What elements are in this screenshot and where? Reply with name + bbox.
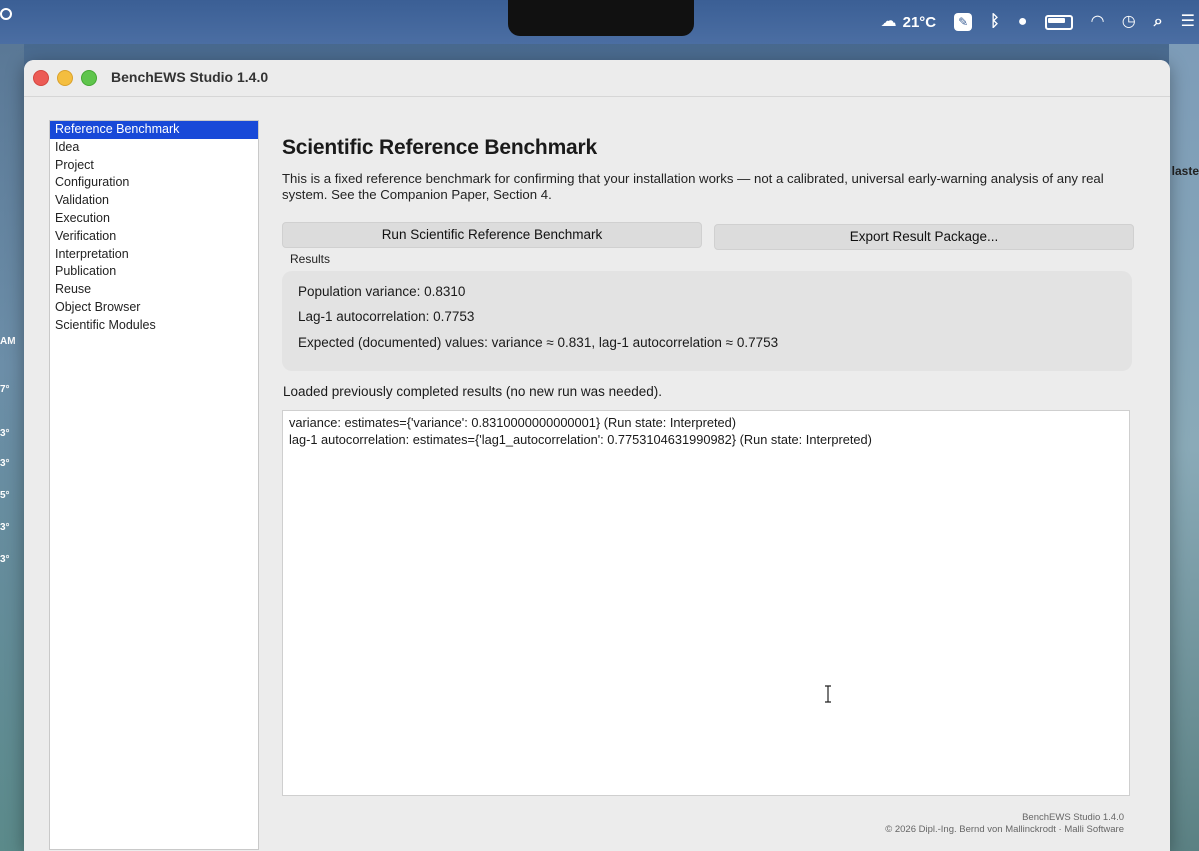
bluetooth-icon[interactable]: ᛒ: [990, 12, 1000, 32]
sidebar-nav: Reference Benchmark Idea Project Configu…: [49, 120, 259, 850]
window-title: BenchEWS Studio 1.4.0: [111, 69, 269, 85]
page-title: Scientific Reference Benchmark: [282, 136, 597, 159]
export-result-package-button[interactable]: Export Result Package...: [714, 224, 1134, 250]
camera-notch: [508, 0, 694, 36]
battery-icon[interactable]: [1045, 14, 1074, 30]
menu-dot-icon: [0, 8, 12, 20]
close-window-button[interactable]: [33, 70, 49, 86]
desktop-left-edge: AM 7° 3° 3° 5° 3° 3°: [0, 44, 24, 851]
control-center-icon[interactable]: ☰: [1181, 12, 1195, 32]
desktop-right-edge: laste: [1169, 44, 1199, 851]
temperature-label: 21°C: [902, 13, 937, 31]
desktop-widget-label: 3°: [0, 428, 10, 439]
search-icon[interactable]: ⌕: [1154, 12, 1163, 32]
sidebar-item-project[interactable]: Project: [50, 157, 258, 175]
footer-copyright: © 2026 Dipl.-Ing. Bernd von Mallinckrodt…: [885, 824, 1124, 835]
main-panel: Scientific Reference Benchmark This is a…: [282, 120, 1134, 848]
desktop-widget-label: 3°: [0, 522, 10, 533]
sidebar-item-object-browser[interactable]: Object Browser: [50, 299, 258, 317]
title-bar[interactable]: BenchEWS Studio 1.4.0: [24, 60, 1170, 97]
output-line-variance: variance: estimates={'variance': 0.83100…: [289, 415, 737, 430]
sidebar-item-verification[interactable]: Verification: [50, 228, 258, 246]
desktop-widget-label: 3°: [0, 458, 10, 469]
desktop-widget-label: 5°: [0, 490, 10, 501]
page-description: This is a fixed reference benchmark for …: [282, 171, 1104, 202]
pen-icon[interactable]: ✎: [954, 13, 973, 31]
text-cursor-icon: [825, 685, 831, 703]
sidebar-item-reference-benchmark[interactable]: Reference Benchmark: [50, 121, 258, 139]
expected-values-text: Expected (documented) values: variance ≈…: [298, 335, 779, 350]
menu-bar: ☁ 21°C ✎ ᛒ ● ◠ ◷ ⌕ ☰: [0, 0, 1199, 44]
output-line-autocorrelation: lag-1 autocorrelation: estimates={'lag1_…: [289, 432, 872, 447]
sidebar-item-configuration[interactable]: Configuration: [50, 174, 258, 192]
user-icon[interactable]: ●: [1018, 12, 1028, 32]
loaded-status-message: Loaded previously completed results (no …: [283, 384, 662, 399]
desktop-widget-label: 7°: [0, 384, 10, 395]
time-machine-icon[interactable]: ◷: [1122, 12, 1136, 32]
minimize-window-button[interactable]: [57, 70, 73, 86]
results-output-textarea[interactable]: variance: estimates={'variance': 0.83100…: [282, 410, 1130, 796]
results-group: Population variance: 0.8310 Lag-1 autoco…: [282, 271, 1132, 371]
population-variance-value: Population variance: 0.8310: [298, 284, 466, 299]
sidebar-item-execution[interactable]: Execution: [50, 210, 258, 228]
weather-widget[interactable]: ☁ 21°C: [881, 12, 937, 32]
sidebar-item-publication[interactable]: Publication: [50, 263, 258, 281]
weather-icon: ☁: [880, 13, 897, 30]
desktop-widget-label: AM: [0, 336, 16, 347]
run-benchmark-button[interactable]: Run Scientific Reference Benchmark: [282, 222, 702, 248]
sidebar-item-idea[interactable]: Idea: [50, 139, 258, 157]
sidebar-item-reuse[interactable]: Reuse: [50, 281, 258, 299]
sidebar-item-interpretation[interactable]: Interpretation: [50, 246, 258, 264]
app-window: BenchEWS Studio 1.4.0 Reference Benchmar…: [24, 60, 1170, 851]
lag1-autocorrelation-value: Lag-1 autocorrelation: 0.7753: [298, 309, 475, 324]
status-area: ☁ 21°C ✎ ᛒ ● ◠ ◷ ⌕ ☰: [881, 10, 1195, 34]
desktop-widget-label: 3°: [0, 554, 10, 565]
zoom-window-button[interactable]: [81, 70, 97, 86]
wifi-icon[interactable]: ◠: [1091, 12, 1103, 32]
app-footer: BenchEWS Studio 1.4.0 © 2026 Dipl.-Ing. …: [885, 812, 1124, 836]
background-window-label: laste: [1171, 164, 1199, 178]
sidebar-item-scientific-modules[interactable]: Scientific Modules: [50, 317, 258, 335]
results-group-label: Results: [290, 252, 331, 266]
footer-version: BenchEWS Studio 1.4.0: [1022, 812, 1124, 823]
sidebar-item-validation[interactable]: Validation: [50, 192, 258, 210]
